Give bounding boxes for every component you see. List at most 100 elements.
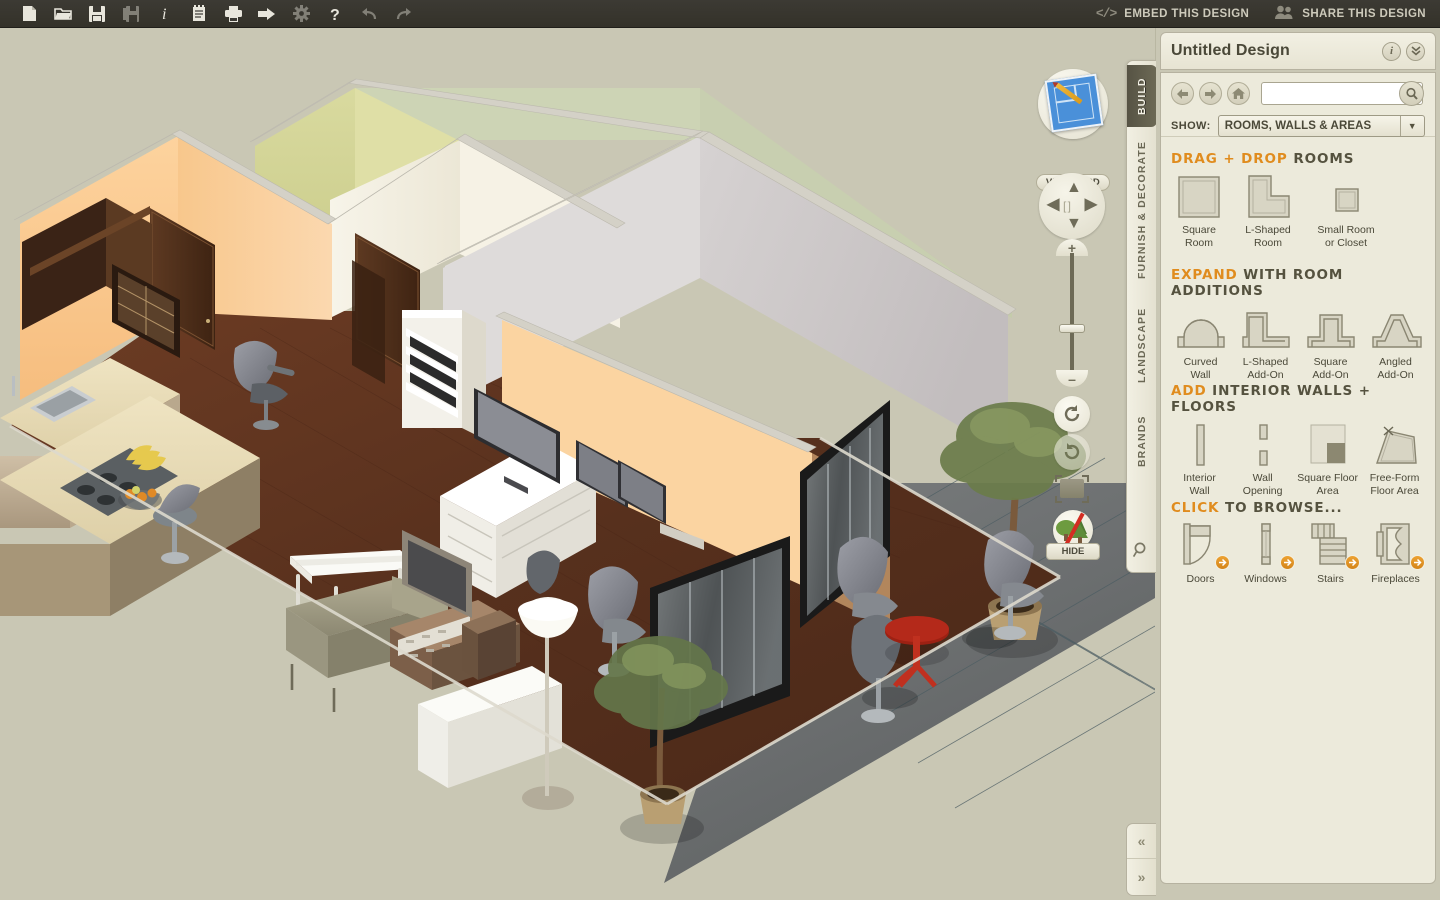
show-select[interactable]: ROOMS, WALLS & AREAS ▼ [1217,115,1425,137]
browse-arrow-badge [1214,555,1230,570]
help-icon[interactable]: ? [318,0,352,28]
heading-accent: EXPAND [1171,267,1238,283]
view-in-2d-button[interactable]: VIEW IN 2D [1036,69,1110,191]
section-click-to-browse: CLICK TO BROWSE... Doors Windows Stairs … [1161,500,1435,586]
chevron-double-down-icon [1410,46,1421,56]
heading-accent: DRAG + DROP [1171,151,1288,167]
heading-rest: ROOMS [1287,151,1355,167]
share-design-label: SHARE THIS DESIGN [1302,7,1426,20]
item-stairs[interactable]: Stairs [1299,522,1362,586]
door-icon [1174,522,1230,570]
export-icon[interactable] [250,0,284,28]
zoom-slider[interactable]: + – [1056,239,1088,387]
save-as-icon[interactable] [114,0,148,28]
item-label: Square Floor Area [1297,472,1358,497]
info-icon[interactable]: i [148,0,182,28]
item-l-shaped-add-on[interactable]: L-Shaped Add-On [1234,305,1297,381]
browse-arrow-badge [1409,555,1425,570]
l-shaped-add-on-icon [1239,305,1293,351]
show-selected-value: ROOMS, WALLS & AREAS [1224,120,1372,132]
page-title: Untitled Design [1171,42,1290,59]
item-small-room-or-closet[interactable]: Small Room or Closet [1307,173,1385,249]
search-icon[interactable] [1132,542,1150,564]
search-icon [1405,87,1418,100]
zoom-thumb[interactable] [1059,324,1085,333]
fireplace-icon [1369,522,1425,570]
collapse-right-button[interactable]: » [1127,859,1156,894]
nav-home-button[interactable] [1227,82,1250,105]
design-canvas-3d[interactable]: VIEW IN 2D ▲ ▼ ◀ ▶ [ ] + – [0,28,1155,900]
panel-title-actions: i [1382,41,1425,61]
pan-up-arrow[interactable]: ▲ [1066,180,1082,196]
save-icon[interactable] [80,0,114,28]
fit-to-frame-button[interactable] [1055,475,1089,503]
stairs-icon [1304,522,1360,570]
item-curved-wall[interactable]: Curved Wall [1169,305,1232,381]
item-label: Stairs [1317,573,1344,585]
notes-icon[interactable] [182,0,216,28]
rail-tab-landscape[interactable]: LANDSCAPE [1127,293,1157,397]
rail-tab-build[interactable]: BUILD [1127,65,1157,127]
redo-icon[interactable] [386,0,420,28]
zoom-out-button[interactable]: – [1056,370,1088,387]
item-label: L-Shaped Room [1245,224,1291,249]
item-label: Free-Form Floor Area [1369,472,1420,497]
item-doors[interactable]: Doors [1169,522,1232,586]
small-room-icon [1322,173,1370,219]
pan-center-button[interactable]: [ ] [1063,199,1071,213]
item-square-room[interactable]: Square Room [1169,173,1229,249]
chevron-down-icon[interactable]: ▼ [1399,116,1424,136]
l-shaped-room-icon [1244,173,1292,219]
nav-forward-button[interactable] [1199,82,1222,105]
wall-opening-icon [1236,421,1290,467]
pan-right-arrow[interactable]: ▶ [1085,197,1097,213]
free-form-floor-area-icon [1368,421,1422,467]
item-label: Square Add-On [1312,356,1349,381]
panel-body: SHOW: ROOMS, WALLS & AREAS ▼ DRAG + DROP… [1160,72,1436,884]
item-wall-opening[interactable]: Wall Opening [1232,421,1293,497]
item-free-form-floor-area[interactable]: Free-Form Floor Area [1362,421,1427,497]
rooms-item-list: Square Room L-Shaped Room Small Room or … [1161,173,1435,249]
svg-text:?: ? [330,7,340,22]
nav-back-button[interactable] [1171,82,1194,105]
print-icon[interactable] [216,0,250,28]
embed-design-button[interactable]: </> EMBED THIS DESIGN [1096,6,1249,21]
rotate-clockwise-button[interactable] [1054,434,1090,470]
zoom-track[interactable] [1070,253,1074,373]
collapse-left-button[interactable]: « [1127,824,1156,859]
panel-collapse-controls: « » [1126,823,1156,896]
new-document-icon[interactable] [12,0,46,28]
section-heading-additions: EXPAND WITH ROOM ADDITIONS [1161,267,1435,299]
panel-info-button[interactable]: i [1382,41,1401,61]
item-interior-wall[interactable]: Interior Wall [1169,421,1230,497]
pan-left-arrow[interactable]: ◀ [1047,197,1059,213]
arrow-left-icon [1177,88,1188,99]
panel-title-bar: Untitled Design i [1160,32,1436,70]
item-l-shaped-room[interactable]: L-Shaped Room [1235,173,1301,249]
browse-arrow-badge [1279,555,1295,570]
right-panel: Untitled Design i SHOW: ROOMS, WALLS & A… [1156,28,1440,900]
rail-tab-furnish-decorate[interactable]: FURNISH & DECORATE [1127,131,1157,289]
rail-tab-brands[interactable]: BRANDS [1127,401,1157,481]
search-submit-button[interactable] [1399,81,1424,106]
item-label: L-Shaped Add-On [1242,356,1289,381]
window-icon [1239,522,1295,570]
open-folder-icon[interactable] [46,0,80,28]
share-design-button[interactable]: SHARE THIS DESIGN [1275,5,1426,22]
item-windows[interactable]: Windows [1234,522,1297,586]
show-filter-row: SHOW: ROOMS, WALLS & AREAS ▼ [1171,115,1425,137]
panel-collapse-button[interactable] [1406,41,1425,61]
item-square-floor-area[interactable]: Square Floor Area [1295,421,1360,497]
settings-gear-icon[interactable] [284,0,318,28]
heading-rest: TO BROWSE... [1219,500,1343,516]
undo-icon[interactable] [352,0,386,28]
pan-control[interactable]: ▲ ▼ ◀ ▶ [ ] [1039,173,1105,239]
rotate-counterclockwise-button[interactable] [1054,396,1090,432]
pan-down-arrow[interactable]: ▼ [1066,216,1082,232]
item-square-add-on[interactable]: Square Add-On [1299,305,1362,381]
item-angled-add-on[interactable]: Angled Add-On [1364,305,1427,381]
item-fireplaces[interactable]: Fireplaces [1364,522,1427,586]
search-input[interactable] [1262,83,1398,104]
additions-item-list: Curved Wall L-Shaped Add-On Square Add-O… [1161,305,1435,381]
hide-label: HIDE [1046,543,1100,560]
